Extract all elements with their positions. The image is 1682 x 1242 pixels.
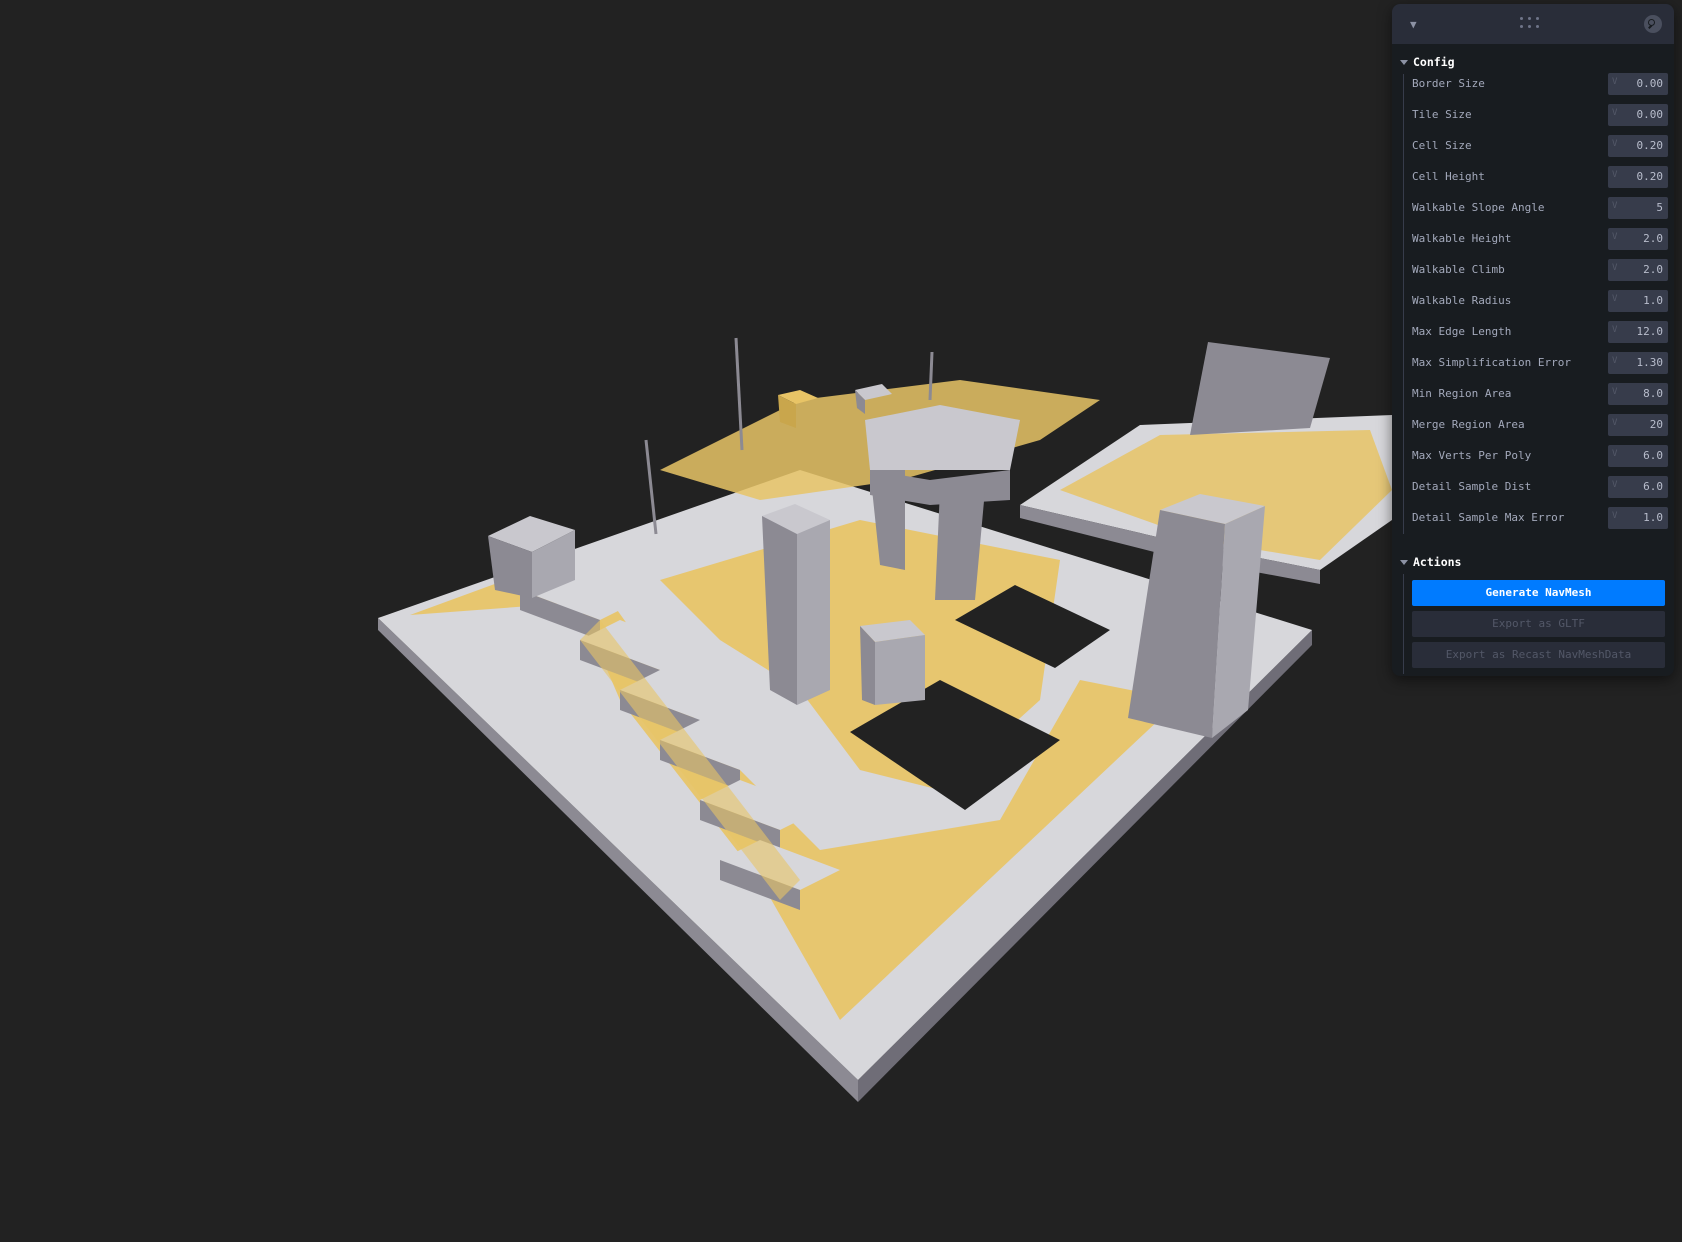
number-value[interactable]: 8.0 xyxy=(1643,387,1663,400)
number-input[interactable]: V 0.20 xyxy=(1608,135,1668,157)
lamp-post-3 xyxy=(928,351,934,401)
center-block xyxy=(860,620,925,705)
caret-down-icon xyxy=(1400,559,1408,565)
number-value[interactable]: 2.0 xyxy=(1643,263,1663,276)
folder-indent-line xyxy=(1403,574,1404,674)
field-label: Max Simplification Error xyxy=(1412,356,1571,369)
number-input[interactable]: V 0.00 xyxy=(1608,73,1668,95)
number-value[interactable]: 20 xyxy=(1650,418,1663,431)
number-value[interactable]: 5 xyxy=(1656,201,1663,214)
field-detail-sample-max-error: Detail Sample Max Error V 1.0 xyxy=(1412,506,1668,530)
generate-navmesh-button[interactable]: Generate NavMesh xyxy=(1412,580,1665,606)
number-value[interactable]: 1.0 xyxy=(1643,511,1663,524)
number-input[interactable]: V5 xyxy=(1608,197,1668,219)
number-input[interactable]: V 6.0 xyxy=(1608,476,1668,498)
number-value[interactable]: 6.0 xyxy=(1643,480,1663,493)
field-walkable-height: Walkable Height V 2.0 xyxy=(1412,227,1668,251)
actions-folder-title: Actions xyxy=(1413,555,1462,569)
number-input[interactable]: V 1.0 xyxy=(1608,507,1668,529)
field-label: Walkable Slope Angle xyxy=(1412,201,1545,214)
field-label: Walkable Height xyxy=(1412,232,1512,245)
field-merge-region-area: Merge Region Area V 20 xyxy=(1412,413,1668,437)
number-input[interactable]: V 20 xyxy=(1608,414,1668,436)
right-wall-slab xyxy=(1190,342,1330,435)
field-label: Max Edge Length xyxy=(1412,325,1512,338)
number-input[interactable]: V 6.0 xyxy=(1608,445,1668,467)
drag-handle-icon[interactable] xyxy=(1520,14,1548,32)
field-max-edge-length: Max Edge Length V 12.0 xyxy=(1412,320,1668,344)
number-value[interactable]: 1.30 xyxy=(1637,356,1664,369)
field-label: Walkable Radius xyxy=(1412,294,1512,307)
field-walkable-slope-angle: Walkable Slope Angle V5 xyxy=(1412,196,1668,220)
field-label: Tile Size xyxy=(1412,108,1472,121)
number-input[interactable]: V 1.0 xyxy=(1608,290,1668,312)
field-label: Min Region Area xyxy=(1412,387,1512,400)
lamp-post-2 xyxy=(644,439,658,535)
field-cell-height: Cell Height V 0.20 xyxy=(1412,165,1668,189)
number-value[interactable]: 0.20 xyxy=(1637,139,1664,152)
number-value[interactable]: 1.0 xyxy=(1643,294,1663,307)
collapse-chevron-icon[interactable]: ▼ xyxy=(1410,18,1417,31)
field-label: Border Size xyxy=(1412,77,1485,90)
field-walkable-climb: Walkable Climb V 2.0 xyxy=(1412,258,1668,282)
panel-titlebar[interactable]: ▼ xyxy=(1392,4,1674,44)
number-value[interactable]: 0.00 xyxy=(1637,108,1664,121)
number-input[interactable]: V 8.0 xyxy=(1608,383,1668,405)
field-max-verts-per-poly: Max Verts Per Poly V 6.0 xyxy=(1412,444,1668,468)
folder-indent-line xyxy=(1403,74,1404,534)
number-value[interactable]: 0.00 xyxy=(1637,77,1664,90)
field-border-size: Border Size V 0.00 xyxy=(1412,72,1668,96)
number-input[interactable]: V 12.0 xyxy=(1608,321,1668,343)
control-panel: ▼ Config Border Size V 0.00 Tile Size V 0.… xyxy=(1392,4,1674,676)
search-icon[interactable] xyxy=(1644,15,1662,33)
field-max-simplification-error: Max Simplification Error V 1.30 xyxy=(1412,351,1668,375)
number-value[interactable]: 6.0 xyxy=(1643,449,1663,462)
actions-folder-header[interactable]: Actions xyxy=(1400,554,1461,570)
field-label: Detail Sample Dist xyxy=(1412,480,1532,493)
tall-pillar-center xyxy=(762,504,830,705)
field-label: Max Verts Per Poly xyxy=(1412,449,1532,462)
field-tile-size: Tile Size V 0.00 xyxy=(1412,103,1668,127)
number-value[interactable]: 12.0 xyxy=(1637,325,1664,338)
field-detail-sample-dist: Detail Sample Dist V 6.0 xyxy=(1412,475,1668,499)
config-folder-header[interactable]: Config xyxy=(1400,54,1455,70)
number-input[interactable]: V 1.30 xyxy=(1608,352,1668,374)
number-value[interactable]: 0.20 xyxy=(1637,170,1664,183)
field-cell-size: Cell Size V 0.20 xyxy=(1412,134,1668,158)
number-input[interactable]: V 2.0 xyxy=(1608,228,1668,250)
field-walkable-radius: Walkable Radius V 1.0 xyxy=(1412,289,1668,313)
field-label: Merge Region Area xyxy=(1412,418,1525,431)
field-label: Detail Sample Max Error xyxy=(1412,511,1565,524)
number-input[interactable]: V 0.20 xyxy=(1608,166,1668,188)
caret-down-icon xyxy=(1400,59,1408,65)
number-value[interactable]: 2.0 xyxy=(1643,232,1663,245)
field-label: Walkable Climb xyxy=(1412,263,1505,276)
config-folder-title: Config xyxy=(1413,55,1455,69)
field-label: Cell Height xyxy=(1412,170,1485,183)
field-min-region-area: Min Region Area V 8.0 xyxy=(1412,382,1668,406)
field-label: Cell Size xyxy=(1412,139,1472,152)
export-recast-navmeshdata-button[interactable]: Export as Recast NavMeshData xyxy=(1412,642,1665,668)
export-gltf-button[interactable]: Export as GLTF xyxy=(1412,611,1665,637)
number-input[interactable]: V 2.0 xyxy=(1608,259,1668,281)
number-input[interactable]: V 0.00 xyxy=(1608,104,1668,126)
